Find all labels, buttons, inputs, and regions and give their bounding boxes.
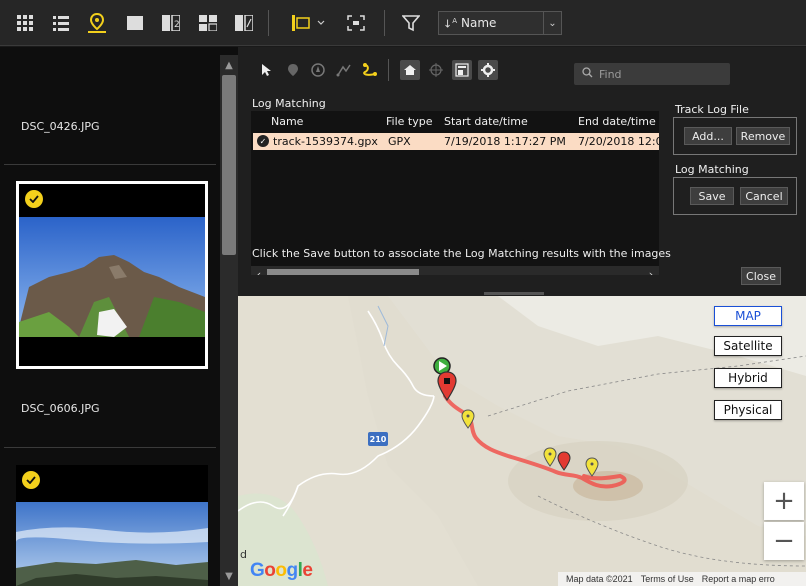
landscape-photo	[16, 502, 208, 586]
crosshair-icon[interactable]	[426, 61, 446, 79]
log-matching-group: Save Cancel	[673, 177, 797, 215]
zoom-in-button[interactable]: +	[764, 482, 804, 520]
track-log-file-title: Track Log File	[675, 103, 749, 116]
column-header[interactable]: Start date/time	[444, 115, 528, 128]
column-header[interactable]: End date/time	[578, 115, 656, 128]
file-label[interactable]: DSC_0426.JPG	[21, 120, 100, 133]
add-button[interactable]: Add...	[684, 127, 732, 145]
column-header[interactable]: Name	[271, 115, 303, 128]
compass-icon[interactable]	[308, 61, 328, 79]
map-data-credit: Map data ©2021	[566, 574, 633, 584]
terms-link[interactable]: Terms of Use	[641, 574, 694, 584]
column-header[interactable]: File type	[386, 115, 432, 128]
map-type-hybrid[interactable]: Hybrid	[714, 368, 782, 388]
check-circle-icon[interactable]: ✓	[257, 135, 269, 147]
map-type-map[interactable]: MAP	[714, 306, 782, 326]
close-button[interactable]: Close	[741, 267, 781, 285]
map-label: d	[240, 548, 247, 561]
sort-icon: ↓A	[443, 17, 458, 31]
grid-view-icon[interactable]	[14, 13, 36, 33]
compare-2up-icon[interactable]: 2	[160, 13, 182, 33]
search-icon	[582, 67, 593, 81]
log-matching-group-title: Log Matching	[675, 163, 749, 176]
geotag-panel: Log Matching Name File type Start date/t…	[238, 47, 806, 292]
main-toolbar: 2 ↓A Name ⌄	[0, 0, 806, 46]
map-view[interactable]: 210 MAP Satellite Hybrid Physical + − d …	[238, 296, 806, 586]
log-matching-title: Log Matching	[252, 97, 326, 110]
map-type-satellite[interactable]: Satellite	[714, 336, 782, 356]
scroll-right-icon[interactable]: ›	[644, 266, 658, 276]
scrollbar-thumb[interactable]	[222, 75, 236, 255]
table-header: Name File type Start date/time End date/…	[251, 111, 659, 131]
svg-text:2: 2	[174, 20, 180, 30]
track-log-file-group: Add... Remove	[673, 117, 797, 155]
log-matching-message: Click the Save button to associate the L…	[252, 247, 671, 260]
home-icon[interactable]	[400, 60, 420, 80]
compare-before-after-icon[interactable]	[233, 13, 255, 33]
map-footer: Map data ©2021 Terms of Use Report a map…	[558, 572, 806, 586]
vertical-scrollbar[interactable]: ▲ ▼	[220, 55, 238, 586]
scroll-up-icon[interactable]: ▲	[220, 57, 238, 73]
fullscreen-icon[interactable]	[345, 13, 367, 33]
compare-4up-icon[interactable]	[197, 13, 219, 33]
check-icon	[25, 190, 43, 208]
zoom-out-button[interactable]: −	[764, 522, 804, 560]
thumbnail-browser: DSC_0426.JPG DSC_0606.JPG ▲ ▼	[0, 47, 238, 586]
check-icon	[22, 471, 40, 489]
track-log-icon[interactable]	[360, 61, 380, 79]
filmstrip-layout-icon[interactable]	[290, 13, 330, 33]
road-shield-210: 210	[368, 432, 388, 446]
sort-value: Name	[461, 16, 497, 30]
google-logo: Google	[250, 560, 313, 581]
mountain-photo	[19, 217, 205, 337]
remove-button[interactable]: Remove	[736, 127, 790, 145]
thumbnail[interactable]	[16, 465, 208, 586]
chevron-down-icon: ⌄	[543, 12, 561, 34]
find-input[interactable]	[599, 67, 719, 81]
filter-icon[interactable]	[400, 13, 422, 33]
gear-icon[interactable]	[478, 60, 498, 80]
map-type-physical[interactable]: Physical	[714, 400, 782, 420]
thumbnail-selected[interactable]	[16, 181, 208, 369]
sort-select[interactable]: ↓A Name ⌄	[438, 11, 562, 35]
list-view-icon[interactable]	[50, 13, 72, 33]
file-label[interactable]: DSC_0606.JPG	[21, 402, 100, 415]
map-pin-icon[interactable]	[86, 13, 108, 33]
scroll-left-icon[interactable]: ‹	[252, 266, 266, 276]
pointer-icon[interactable]	[256, 61, 276, 79]
find-field[interactable]	[574, 63, 730, 85]
cancel-button[interactable]: Cancel	[740, 187, 788, 205]
save-button[interactable]: Save	[690, 187, 734, 205]
info-panel-icon[interactable]	[452, 60, 472, 80]
report-error-link[interactable]: Report a map erro	[702, 574, 775, 584]
single-view-icon[interactable]	[124, 13, 146, 33]
scroll-down-icon[interactable]: ▼	[220, 568, 238, 584]
thumbnail-list: DSC_0426.JPG DSC_0606.JPG	[0, 47, 220, 586]
draw-track-icon[interactable]	[334, 61, 354, 79]
location-pin-icon[interactable]	[283, 61, 303, 79]
panel-toolbar	[238, 47, 806, 91]
table-row[interactable]: ✓ track-1539374.gpx GPX 7/19/2018 1:17:2…	[253, 133, 659, 150]
scrollbar-thumb[interactable]	[267, 269, 419, 275]
horizontal-scrollbar[interactable]: ‹ ›	[251, 266, 659, 275]
